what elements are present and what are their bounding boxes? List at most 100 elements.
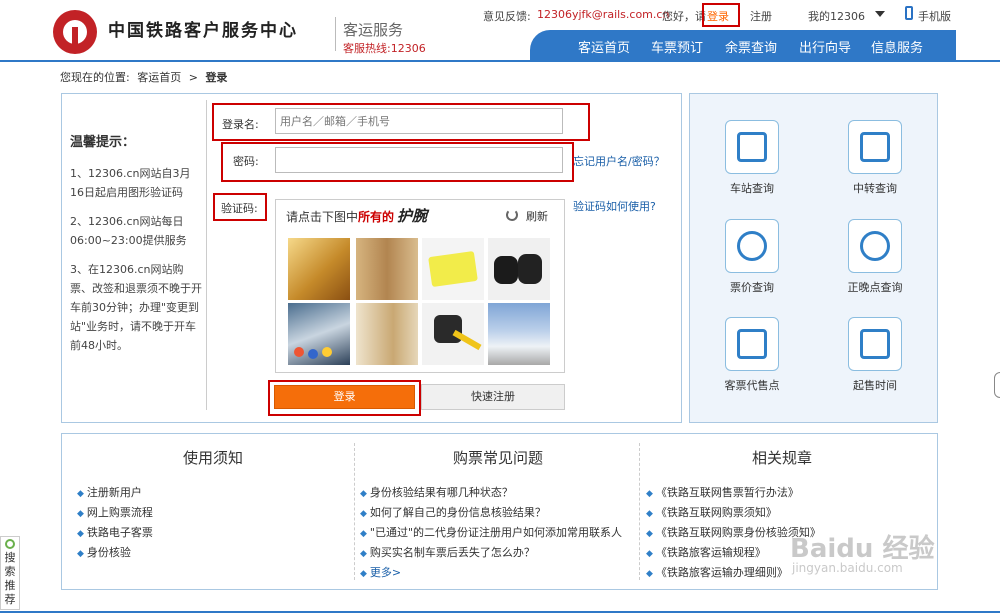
side-search-recommend[interactable]: 搜索推荐 xyxy=(0,536,20,610)
regulations-title: 相关规章 xyxy=(752,449,813,467)
watermark-url: jingyan.baidu.com xyxy=(792,561,903,575)
login-button[interactable]: 登录 xyxy=(274,385,415,409)
refresh-icon[interactable] xyxy=(506,209,518,221)
captcha-refresh-button[interactable]: 刷新 xyxy=(526,208,548,224)
password-input[interactable] xyxy=(275,147,563,173)
captcha-target-word: 护腕 xyxy=(397,207,428,225)
regulation-link-item[interactable]: 《铁路互联网购票须知》 xyxy=(646,504,777,520)
breadcrumb-separator: > xyxy=(188,71,198,84)
usage-link-item[interactable]: 身份核验 xyxy=(77,544,131,560)
feedback-label: 意见反馈: xyxy=(483,10,531,23)
station-query-label: 车站查询 xyxy=(730,182,774,195)
captcha-prompt-highlight: 所有的 xyxy=(358,210,395,224)
breadcrumb: 您现在的位置: 客运首页 > 登录 xyxy=(60,69,231,85)
nav-item-booking[interactable]: 车票预订 xyxy=(651,37,703,56)
faq-link-item[interactable]: 如何了解自己的身份信息核验结果？ xyxy=(360,504,546,520)
regulation-link-item[interactable]: 《铁路旅客运输规程》 xyxy=(646,544,766,560)
captcha-image-envelopes[interactable] xyxy=(356,303,418,365)
faq-more-link[interactable]: 更多> xyxy=(360,564,401,580)
sub-title: 客运服务 xyxy=(343,21,404,39)
footer-divider xyxy=(0,611,1000,613)
nav-item-travel-guide[interactable]: 出行向导 xyxy=(799,37,851,56)
captcha-widget: 请点击下图中所有的 护腕 刷新 xyxy=(275,199,565,373)
hotline: 客服热线:12306 xyxy=(343,42,426,55)
sale-time-icon xyxy=(848,317,902,371)
transfer-query-label: 中转查询 xyxy=(853,182,897,195)
search-icon xyxy=(5,539,15,549)
station-query-tile[interactable]: 车站查询 xyxy=(712,120,792,196)
captcha-image-envelopes[interactable] xyxy=(356,238,418,300)
username-label: 登录名: xyxy=(222,118,259,131)
fare-query-tile[interactable]: 票价查询 xyxy=(712,219,792,295)
mobile-version-link[interactable]: 手机版 xyxy=(918,8,951,24)
captcha-label: 验证码: xyxy=(221,202,258,215)
captcha-image-mountains[interactable] xyxy=(488,303,550,365)
transfer-query-tile[interactable]: 中转查询 xyxy=(835,120,915,196)
faq-title: 购票常见问题 xyxy=(453,449,544,467)
forgot-password-link[interactable]: 忘记用户名/密码？ xyxy=(573,153,665,169)
column-divider xyxy=(354,443,355,580)
nav-item-info-service[interactable]: 信息服务 xyxy=(871,37,923,56)
ticket-agency-tile[interactable]: 客票代售点 xyxy=(712,317,792,393)
captcha-image-bells[interactable] xyxy=(288,238,350,300)
usage-link-item[interactable]: 网上购票流程 xyxy=(77,504,153,520)
mobile-phone-icon[interactable] xyxy=(905,6,913,20)
password-label: 密码: xyxy=(233,155,259,168)
faq-link-item[interactable]: "已通过"的二代身份证注册用户如何添加常用联系人 xyxy=(360,524,622,540)
captcha-image-pins[interactable] xyxy=(288,303,350,365)
nav-item-remaining-tickets[interactable]: 余票查询 xyxy=(725,37,777,56)
chevron-down-icon[interactable] xyxy=(875,11,885,17)
tip-item: 3、在12306.cn网站购票、改签和退票须不晚于开车前30分钟；办理"变更到站… xyxy=(70,263,202,352)
transfer-icon xyxy=(848,120,902,174)
faq-link-item[interactable]: 身份核验结果有哪几种状态？ xyxy=(360,484,513,500)
tips-box: 温馨提示： 1、12306.cn网站自3月16日起启用图形验证码 2、12306… xyxy=(70,133,202,365)
faq-link-item[interactable]: 购买实名制车票后丢失了怎么办？ xyxy=(360,544,535,560)
tip-item: 1、12306.cn网站自3月16日起启用图形验证码 xyxy=(70,167,191,199)
side-search-label: 搜索推荐 xyxy=(4,551,16,606)
baidu-watermark: Baidu 经验 xyxy=(790,534,935,564)
usage-notes-title: 使用须知 xyxy=(183,449,244,467)
username-input[interactable] xyxy=(275,108,563,134)
usage-link-item[interactable]: 铁路电子客票 xyxy=(77,524,153,540)
main-nav: 客运首页 车票预订 余票查询 出行向导 信息服务 xyxy=(530,30,956,60)
captcha-image-sponge[interactable] xyxy=(422,238,484,300)
scroll-handle[interactable] xyxy=(994,372,1000,398)
regulation-link-item[interactable]: 《铁路旅客运输办理细则》 xyxy=(646,564,788,580)
captcha-help-link[interactable]: 验证码如何使用? xyxy=(573,198,656,214)
feedback-email-link[interactable]: 12306yjfk@rails.com.cn xyxy=(537,8,669,21)
railway-logo-icon[interactable] xyxy=(53,10,97,54)
captcha-image-wristband[interactable] xyxy=(488,238,550,300)
tips-title: 温馨提示： xyxy=(70,135,136,150)
ticket-agency-icon xyxy=(725,317,779,371)
header: 中国铁路客户服务中心 客运服务 客服热线:12306 意见反馈: 12306yj… xyxy=(0,0,1000,60)
captcha-image-tape-measure[interactable] xyxy=(422,303,484,365)
top-register-link[interactable]: 注册 xyxy=(750,8,772,24)
breadcrumb-home-link[interactable]: 客运首页 xyxy=(137,71,181,84)
nav-item-home[interactable]: 客运首页 xyxy=(578,37,630,56)
sale-time-tile[interactable]: 起售时间 xyxy=(835,317,915,393)
tip-item: 2、12306.cn网站每日06:00~23:00提供服务 xyxy=(70,215,187,247)
usage-link-item[interactable]: 注册新用户 xyxy=(77,484,142,500)
column-divider xyxy=(639,443,640,580)
captcha-prompt-text: 请点击下图中 xyxy=(286,210,359,224)
breadcrumb-prefix: 您现在的位置: xyxy=(60,71,130,84)
regulation-link-item[interactable]: 《铁路互联网售票暂行办法》 xyxy=(646,484,799,500)
sale-time-label: 起售时间 xyxy=(853,379,897,392)
fare-query-label: 票价查询 xyxy=(730,281,774,294)
ticket-agency-label: 客票代售点 xyxy=(724,379,780,392)
station-icon xyxy=(725,120,779,174)
site-title: 中国铁路客户服务中心 xyxy=(108,21,298,41)
breadcrumb-current: 登录 xyxy=(205,71,228,84)
my-account-menu[interactable]: 我的12306 xyxy=(808,8,865,24)
greeting-text: 您好，请 xyxy=(662,10,706,23)
header-divider xyxy=(0,60,1000,62)
captcha-prompt: 请点击下图中所有的 xyxy=(286,208,394,225)
delay-query-label: 正晚点查询 xyxy=(847,281,903,294)
delay-query-tile[interactable]: 正晚点查询 xyxy=(835,219,915,295)
title-divider xyxy=(335,17,336,51)
fare-search-icon xyxy=(725,219,779,273)
quick-register-button[interactable]: 快速注册 xyxy=(421,384,565,410)
panel-divider xyxy=(206,100,207,410)
login-highlight-box xyxy=(702,3,740,27)
clock-icon xyxy=(848,219,902,273)
